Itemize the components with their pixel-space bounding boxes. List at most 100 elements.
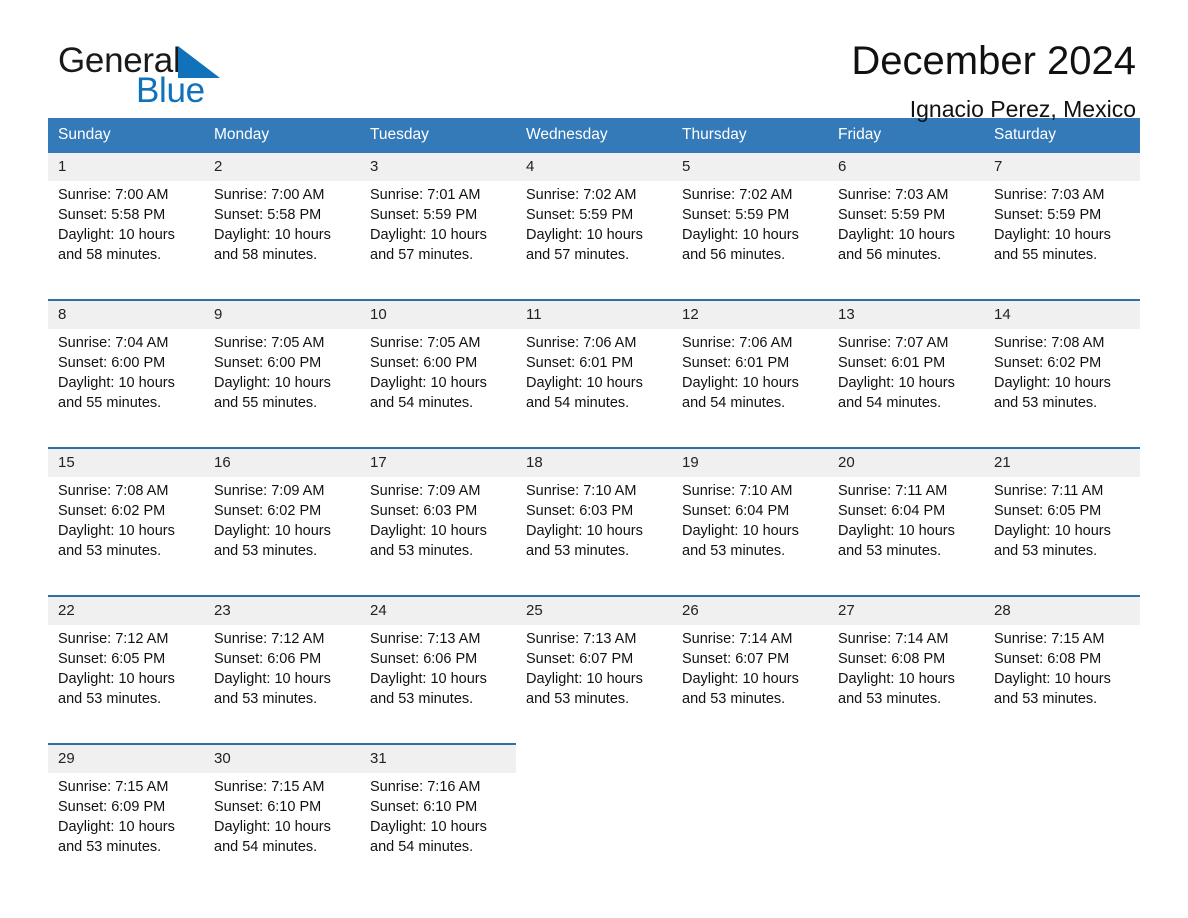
day-number[interactable]: 26 (672, 595, 828, 625)
day-cell[interactable]: Sunrise: 7:00 AM Sunset: 5:58 PM Daylight:… (204, 181, 360, 300)
sunset-text: Sunset: 6:01 PM (526, 355, 634, 371)
day-cell[interactable]: Sunrise: 7:03 AM Sunset: 5:59 PM Daylight:… (984, 181, 1140, 300)
day-cell[interactable]: Sunrise: 7:14 AM Sunset: 6:07 PM Daylight:… (672, 625, 828, 744)
day-number[interactable]: 11 (516, 299, 672, 329)
day-number[interactable]: 8 (48, 299, 204, 329)
sunset-text: Sunset: 6:03 PM (526, 503, 634, 519)
calendar-detail-row: Sunrise: 7:08 AM Sunset: 6:02 PM Daylight:… (48, 477, 1140, 596)
day-cell[interactable]: Sunrise: 7:02 AM Sunset: 5:59 PM Daylight:… (516, 181, 672, 300)
day-cell[interactable]: Sunrise: 7:12 AM Sunset: 6:05 PM Daylight:… (48, 625, 204, 744)
day-cell[interactable]: Sunrise: 7:06 AM Sunset: 6:01 PM Daylight:… (672, 329, 828, 448)
day-number[interactable]: 5 (672, 153, 828, 181)
day-cell[interactable]: Sunrise: 7:06 AM Sunset: 6:01 PM Daylight:… (516, 329, 672, 448)
daylight-text: Daylight: 10 hours and 55 minutes. (58, 375, 175, 411)
sunset-text: Sunset: 5:59 PM (682, 207, 790, 223)
day-cell[interactable]: Sunrise: 7:14 AM Sunset: 6:08 PM Daylight:… (828, 625, 984, 744)
day-cell[interactable]: Sunrise: 7:09 AM Sunset: 6:03 PM Daylight:… (360, 477, 516, 596)
day-number[interactable]: 20 (828, 447, 984, 477)
day-cell[interactable]: Sunrise: 7:00 AM Sunset: 5:58 PM Daylight:… (48, 181, 204, 300)
day-number[interactable]: 25 (516, 595, 672, 625)
calendar-page: General Blue December 2024 Ignacio Perez… (0, 0, 1188, 918)
day-cell[interactable]: Sunrise: 7:15 AM Sunset: 6:09 PM Daylight:… (48, 773, 204, 891)
day-number[interactable]: 17 (360, 447, 516, 477)
day-number[interactable]: 15 (48, 447, 204, 477)
day-cell[interactable]: Sunrise: 7:13 AM Sunset: 6:07 PM Daylight:… (516, 625, 672, 744)
daylight-text: Daylight: 10 hours and 53 minutes. (58, 671, 175, 707)
day-cell[interactable]: Sunrise: 7:05 AM Sunset: 6:00 PM Daylight:… (204, 329, 360, 448)
sunrise-text: Sunrise: 7:14 AM (682, 631, 793, 647)
day-number[interactable]: 13 (828, 299, 984, 329)
day-cell[interactable]: Sunrise: 7:05 AM Sunset: 6:00 PM Daylight:… (360, 329, 516, 448)
daylight-text: Daylight: 10 hours and 54 minutes. (370, 375, 487, 411)
sunrise-text: Sunrise: 7:08 AM (58, 483, 169, 499)
day-number[interactable]: 14 (984, 299, 1140, 329)
day-number[interactable]: 18 (516, 447, 672, 477)
calendar-detail-row: Sunrise: 7:12 AM Sunset: 6:05 PM Daylight:… (48, 625, 1140, 744)
day-cell[interactable]: Sunrise: 7:01 AM Sunset: 5:59 PM Daylight:… (360, 181, 516, 300)
calendar-daynumber-row: 15 16 17 18 19 20 21 (48, 447, 1140, 477)
day-number[interactable]: 9 (204, 299, 360, 329)
day-number[interactable]: 23 (204, 595, 360, 625)
daylight-text: Daylight: 10 hours and 55 minutes. (994, 227, 1111, 263)
sunrise-text: Sunrise: 7:11 AM (994, 483, 1104, 499)
sunrise-text: Sunrise: 7:05 AM (370, 335, 481, 351)
day-number[interactable]: 3 (360, 153, 516, 181)
day-cell-empty (828, 773, 984, 891)
day-number[interactable]: 16 (204, 447, 360, 477)
daylight-text: Daylight: 10 hours and 53 minutes. (994, 375, 1111, 411)
day-number[interactable]: 1 (48, 153, 204, 181)
sunrise-text: Sunrise: 7:06 AM (682, 335, 793, 351)
day-number[interactable]: 31 (360, 743, 516, 773)
day-number[interactable]: 28 (984, 595, 1140, 625)
sunrise-text: Sunrise: 7:09 AM (370, 483, 481, 499)
day-number[interactable]: 29 (48, 743, 204, 773)
day-cell[interactable]: Sunrise: 7:07 AM Sunset: 6:01 PM Daylight:… (828, 329, 984, 448)
sunset-text: Sunset: 6:06 PM (214, 651, 322, 667)
day-number[interactable]: 4 (516, 153, 672, 181)
daylight-text: Daylight: 10 hours and 53 minutes. (214, 523, 331, 559)
sunset-text: Sunset: 6:00 PM (214, 355, 322, 371)
day-number[interactable]: 12 (672, 299, 828, 329)
sunrise-text: Sunrise: 7:00 AM (58, 187, 169, 203)
daylight-text: Daylight: 10 hours and 54 minutes. (370, 819, 487, 855)
weekday-header-thursday: Thursday (672, 118, 828, 153)
day-number[interactable]: 19 (672, 447, 828, 477)
day-number[interactable]: 2 (204, 153, 360, 181)
day-cell[interactable]: Sunrise: 7:02 AM Sunset: 5:59 PM Daylight:… (672, 181, 828, 300)
day-cell-empty (984, 773, 1140, 891)
sunset-text: Sunset: 6:08 PM (838, 651, 946, 667)
day-number[interactable]: 30 (204, 743, 360, 773)
day-number[interactable]: 7 (984, 153, 1140, 181)
day-number-empty (984, 743, 1140, 773)
daylight-text: Daylight: 10 hours and 56 minutes. (838, 227, 955, 263)
day-cell[interactable]: Sunrise: 7:10 AM Sunset: 6:03 PM Daylight:… (516, 477, 672, 596)
day-number[interactable]: 10 (360, 299, 516, 329)
sunrise-text: Sunrise: 7:15 AM (58, 779, 169, 795)
brand-logo[interactable]: General Blue (58, 42, 348, 114)
day-cell[interactable]: Sunrise: 7:15 AM Sunset: 6:10 PM Daylight:… (204, 773, 360, 891)
day-cell[interactable]: Sunrise: 7:08 AM Sunset: 6:02 PM Daylight:… (984, 329, 1140, 448)
calendar-daynumber-row: 1234567 (48, 153, 1140, 181)
day-cell[interactable]: Sunrise: 7:04 AM Sunset: 6:00 PM Daylight:… (48, 329, 204, 448)
day-cell[interactable]: Sunrise: 7:15 AM Sunset: 6:08 PM Daylight:… (984, 625, 1140, 744)
day-cell[interactable]: Sunrise: 7:11 AM Sunset: 6:05 PM Daylight:… (984, 477, 1140, 596)
day-cell[interactable]: Sunrise: 7:03 AM Sunset: 5:59 PM Daylight:… (828, 181, 984, 300)
day-cell[interactable]: Sunrise: 7:16 AM Sunset: 6:10 PM Daylight:… (360, 773, 516, 891)
sunrise-text: Sunrise: 7:05 AM (214, 335, 325, 351)
day-cell[interactable]: Sunrise: 7:13 AM Sunset: 6:06 PM Daylight:… (360, 625, 516, 744)
sunrise-text: Sunrise: 7:06 AM (526, 335, 637, 351)
sunrise-text: Sunrise: 7:09 AM (214, 483, 325, 499)
day-cell[interactable]: Sunrise: 7:08 AM Sunset: 6:02 PM Daylight:… (48, 477, 204, 596)
sunrise-text: Sunrise: 7:12 AM (214, 631, 325, 647)
weekday-header-wednesday: Wednesday (516, 118, 672, 153)
day-number[interactable]: 27 (828, 595, 984, 625)
day-number[interactable]: 24 (360, 595, 516, 625)
day-number[interactable]: 21 (984, 447, 1140, 477)
day-number[interactable]: 6 (828, 153, 984, 181)
day-cell[interactable]: Sunrise: 7:09 AM Sunset: 6:02 PM Daylight:… (204, 477, 360, 596)
sunset-text: Sunset: 6:03 PM (370, 503, 478, 519)
day-cell[interactable]: Sunrise: 7:12 AM Sunset: 6:06 PM Daylight:… (204, 625, 360, 744)
day-cell[interactable]: Sunrise: 7:11 AM Sunset: 6:04 PM Daylight:… (828, 477, 984, 596)
day-cell[interactable]: Sunrise: 7:10 AM Sunset: 6:04 PM Daylight:… (672, 477, 828, 596)
day-number[interactable]: 22 (48, 595, 204, 625)
